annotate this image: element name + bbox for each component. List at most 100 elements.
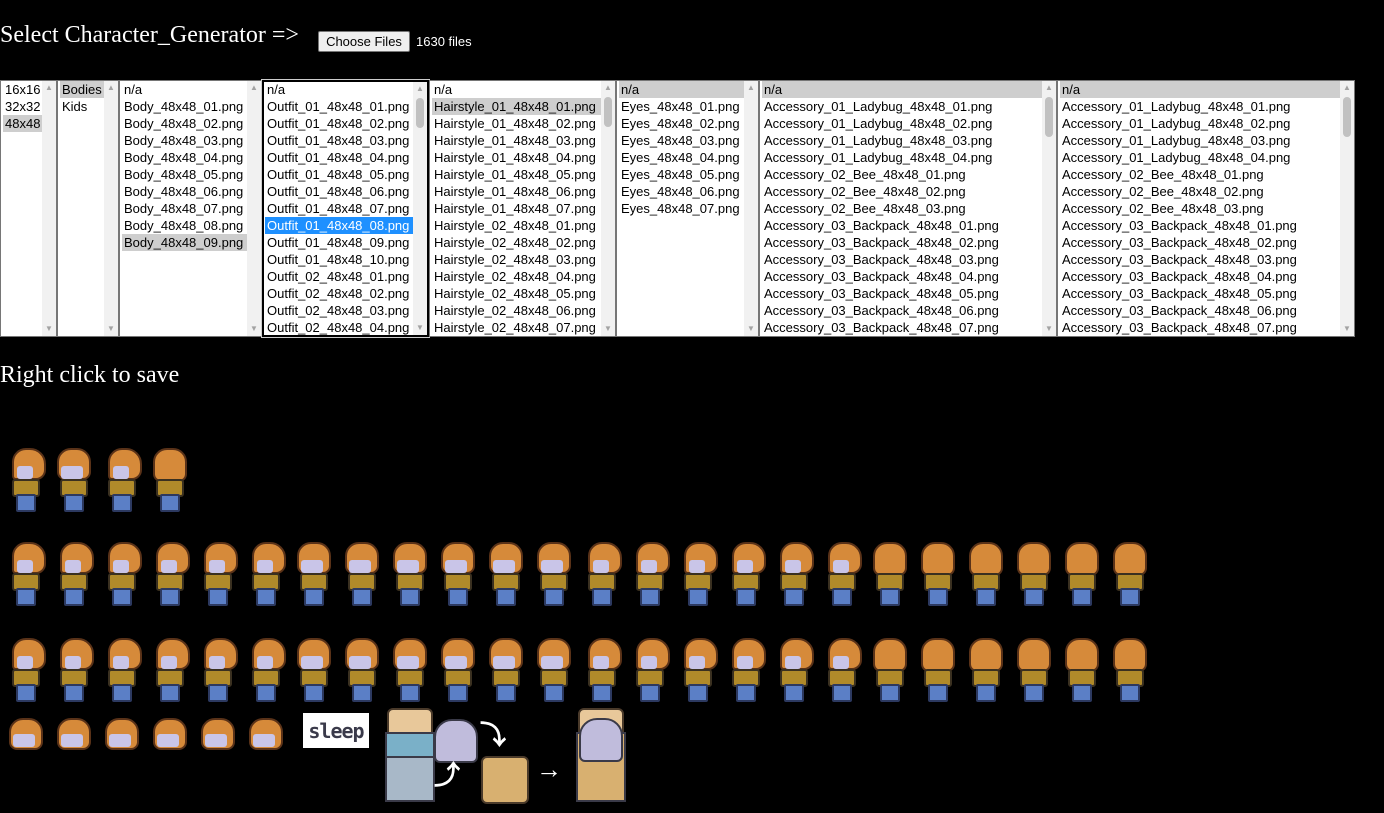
option[interactable]: Outfit_02_48x48_03.png — [265, 302, 413, 319]
option[interactable]: Accessory_01_Ladybug_48x48_03.png — [1060, 132, 1340, 149]
option[interactable]: Accessory_01_Ladybug_48x48_02.png — [1060, 115, 1340, 132]
option[interactable]: Body_48x48_09.png — [122, 234, 247, 251]
option[interactable]: n/a — [1060, 81, 1340, 98]
option[interactable]: Accessory_02_Bee_48x48_01.png — [1060, 166, 1340, 183]
option[interactable]: Body_48x48_05.png — [122, 166, 247, 183]
option[interactable]: Outfit_01_48x48_08.png — [265, 217, 413, 234]
scroll-up-icon[interactable]: ▲ — [413, 82, 427, 96]
scroll-down-icon[interactable]: ▼ — [1042, 322, 1056, 336]
option[interactable]: Accessory_01_Ladybug_48x48_01.png — [1060, 98, 1340, 115]
option[interactable]: Hairstyle_02_48x48_06.png — [432, 302, 601, 319]
option[interactable]: Outfit_01_48x48_02.png — [265, 115, 413, 132]
option[interactable]: Accessory_01_Ladybug_48x48_01.png — [762, 98, 1042, 115]
option[interactable]: Hairstyle_01_48x48_05.png — [432, 166, 601, 183]
option[interactable]: Outfit_01_48x48_09.png — [265, 234, 413, 251]
option[interactable]: Hairstyle_01_48x48_07.png — [432, 200, 601, 217]
option[interactable]: Eyes_48x48_06.png — [619, 183, 744, 200]
option[interactable]: Hairstyle_02_48x48_01.png — [432, 217, 601, 234]
outfit-select[interactable]: n/a Outfit_01_48x48_01.png Outfit_01_48x48… — [261, 79, 430, 338]
option[interactable]: Hairstyle_02_48x48_07.png — [432, 319, 601, 336]
option[interactable]: Accessory_03_Backpack_48x48_04.png — [1060, 268, 1340, 285]
scroll-down-icon[interactable]: ▼ — [104, 322, 118, 336]
option[interactable]: Body_48x48_07.png — [122, 200, 247, 217]
scroll-up-icon[interactable]: ▲ — [1042, 81, 1056, 95]
hairstyle-select[interactable]: n/a Hairstyle_01_48x48_01.png Hairstyle_01… — [429, 80, 616, 337]
option[interactable]: Hairstyle_01_48x48_04.png — [432, 149, 601, 166]
option[interactable]: Accessory_02_Bee_48x48_02.png — [1060, 183, 1340, 200]
option[interactable]: Body_48x48_06.png — [122, 183, 247, 200]
scrollbar[interactable]: ▲ ▼ — [413, 82, 427, 335]
choose-files-button[interactable]: Choose Files — [318, 31, 410, 52]
option[interactable]: Hairstyle_01_48x48_02.png — [432, 115, 601, 132]
option[interactable]: 48x48 — [3, 115, 42, 132]
option[interactable]: Accessory_03_Backpack_48x48_01.png — [762, 217, 1042, 234]
option[interactable]: Accessory_02_Bee_48x48_03.png — [1060, 200, 1340, 217]
option[interactable]: Eyes_48x48_02.png — [619, 115, 744, 132]
scroll-down-icon[interactable]: ▼ — [247, 322, 261, 336]
option[interactable]: Accessory_03_Backpack_48x48_01.png — [1060, 217, 1340, 234]
option[interactable]: Outfit_01_48x48_05.png — [265, 166, 413, 183]
option[interactable]: n/a — [762, 81, 1042, 98]
body-select[interactable]: n/a Body_48x48_01.png Body_48x48_02.png Bod… — [119, 80, 262, 337]
option[interactable]: Accessory_01_Ladybug_48x48_02.png — [762, 115, 1042, 132]
option[interactable]: Eyes_48x48_03.png — [619, 132, 744, 149]
option[interactable]: Accessory_03_Backpack_48x48_02.png — [762, 234, 1042, 251]
option[interactable]: Outfit_02_48x48_01.png — [265, 268, 413, 285]
accessory1-select[interactable]: n/a Accessory_01_Ladybug_48x48_01.png Acce… — [759, 80, 1057, 337]
option[interactable]: Accessory_01_Ladybug_48x48_04.png — [1060, 149, 1340, 166]
option[interactable]: Accessory_02_Bee_48x48_02.png — [762, 183, 1042, 200]
scroll-thumb[interactable] — [416, 98, 424, 128]
option[interactable]: Outfit_01_48x48_04.png — [265, 149, 413, 166]
option[interactable]: Accessory_01_Ladybug_48x48_04.png — [762, 149, 1042, 166]
option[interactable]: Accessory_03_Backpack_48x48_03.png — [762, 251, 1042, 268]
option[interactable]: n/a — [122, 81, 247, 98]
option[interactable]: Body_48x48_08.png — [122, 217, 247, 234]
scrollbar[interactable]: ▲ ▼ — [104, 81, 118, 336]
option[interactable]: n/a — [432, 81, 601, 98]
scrollbar[interactable]: ▲ ▼ — [744, 81, 758, 336]
option[interactable]: Accessory_03_Backpack_48x48_04.png — [762, 268, 1042, 285]
option[interactable]: Body_48x48_01.png — [122, 98, 247, 115]
option[interactable]: Eyes_48x48_05.png — [619, 166, 744, 183]
option[interactable]: Eyes_48x48_07.png — [619, 200, 744, 217]
option[interactable]: Hairstyle_01_48x48_01.png — [432, 98, 601, 115]
scroll-up-icon[interactable]: ▲ — [42, 81, 56, 95]
scrollbar[interactable]: ▲ ▼ — [42, 81, 56, 336]
category-select[interactable]: Bodies Kids ▲ ▼ — [57, 80, 119, 337]
option[interactable]: Hairstyle_01_48x48_03.png — [432, 132, 601, 149]
eyes-select[interactable]: n/a Eyes_48x48_01.png Eyes_48x48_02.png Eye… — [616, 80, 759, 337]
option[interactable]: Accessory_03_Backpack_48x48_07.png — [1060, 319, 1340, 336]
option[interactable]: 16x16 — [3, 81, 42, 98]
scrollbar[interactable]: ▲ ▼ — [247, 81, 261, 336]
option[interactable]: n/a — [619, 81, 744, 98]
option[interactable]: 32x32 — [3, 98, 42, 115]
scroll-thumb[interactable] — [1045, 97, 1053, 137]
scrollbar[interactable]: ▲ ▼ — [1340, 81, 1354, 336]
scroll-up-icon[interactable]: ▲ — [104, 81, 118, 95]
option[interactable]: Outfit_01_48x48_07.png — [265, 200, 413, 217]
size-select[interactable]: 16x16 32x32 48x48 ▲ ▼ — [0, 80, 57, 337]
scroll-up-icon[interactable]: ▲ — [1340, 81, 1354, 95]
option[interactable]: Hairstyle_02_48x48_03.png — [432, 251, 601, 268]
option[interactable]: Outfit_02_48x48_02.png — [265, 285, 413, 302]
option[interactable]: Eyes_48x48_04.png — [619, 149, 744, 166]
scroll-down-icon[interactable]: ▼ — [42, 322, 56, 336]
scroll-down-icon[interactable]: ▼ — [413, 321, 427, 335]
scroll-thumb[interactable] — [1343, 97, 1351, 137]
option[interactable]: Outfit_01_48x48_06.png — [265, 183, 413, 200]
option[interactable]: Body_48x48_04.png — [122, 149, 247, 166]
accessory2-select[interactable]: n/a Accessory_01_Ladybug_48x48_01.png Acce… — [1057, 80, 1355, 337]
option[interactable]: Hairstyle_02_48x48_02.png — [432, 234, 601, 251]
option[interactable]: Hairstyle_02_48x48_05.png — [432, 285, 601, 302]
option[interactable]: Bodies — [60, 81, 104, 98]
option[interactable]: Outfit_01_48x48_01.png — [265, 98, 413, 115]
option[interactable]: Eyes_48x48_01.png — [619, 98, 744, 115]
option[interactable]: Accessory_03_Backpack_48x48_05.png — [762, 285, 1042, 302]
option[interactable]: Accessory_03_Backpack_48x48_07.png — [762, 319, 1042, 336]
option[interactable]: Accessory_02_Bee_48x48_03.png — [762, 200, 1042, 217]
scroll-thumb[interactable] — [604, 97, 612, 127]
scroll-down-icon[interactable]: ▼ — [1340, 322, 1354, 336]
scroll-up-icon[interactable]: ▲ — [247, 81, 261, 95]
scroll-up-icon[interactable]: ▲ — [601, 81, 615, 95]
option[interactable]: Hairstyle_01_48x48_06.png — [432, 183, 601, 200]
